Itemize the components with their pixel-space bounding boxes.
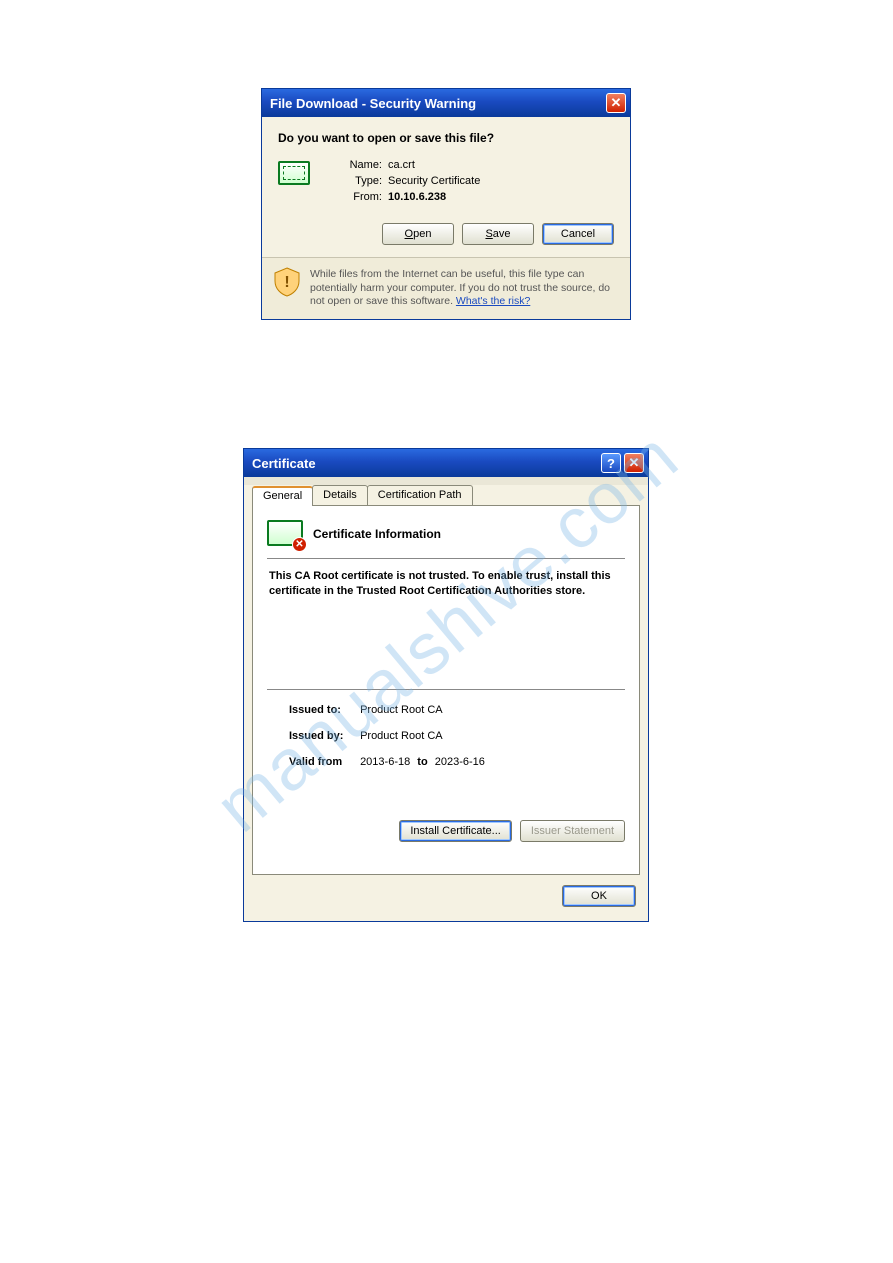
type-label: Type: bbox=[338, 175, 382, 187]
shield-warning-icon: ! bbox=[274, 268, 300, 296]
issued-to-value: Product Root CA bbox=[360, 704, 443, 716]
validity-row: Valid from 2013-6-18 to 2023-6-16 bbox=[289, 756, 625, 768]
tab-details[interactable]: Details bbox=[312, 485, 368, 505]
close-icon[interactable]: ✕ bbox=[606, 93, 626, 113]
whats-the-risk-link[interactable]: What's the risk? bbox=[456, 295, 530, 307]
save-button[interactable]: Save bbox=[462, 223, 534, 245]
name-label: Name: bbox=[338, 159, 382, 171]
file-download-dialog: File Download - Security Warning ✕ Do yo… bbox=[261, 88, 631, 320]
question-text: Do you want to open or save this file? bbox=[278, 131, 614, 145]
titlebar[interactable]: File Download - Security Warning ✕ bbox=[262, 89, 630, 117]
valid-to-value: 2023-6-16 bbox=[435, 756, 485, 768]
svg-text:!: ! bbox=[284, 274, 289, 291]
tab-bar: General Details Certification Path bbox=[252, 485, 648, 505]
cancel-button[interactable]: Cancel bbox=[542, 223, 614, 245]
tab-general[interactable]: General bbox=[252, 486, 313, 506]
from-label: From: bbox=[338, 191, 382, 203]
tab-certification-path[interactable]: Certification Path bbox=[367, 485, 473, 505]
tab-content-general: ✕ Certificate Information This CA Root c… bbox=[252, 505, 640, 875]
valid-from-value: 2013-6-18 bbox=[360, 756, 410, 768]
warning-panel: ! While files from the Internet can be u… bbox=[262, 257, 630, 319]
issued-to-row: Issued to: Product Root CA bbox=[289, 704, 625, 716]
certificate-file-icon bbox=[278, 161, 310, 185]
open-button[interactable]: Open bbox=[382, 223, 454, 245]
issuer-statement-button: Issuer Statement bbox=[520, 820, 625, 842]
type-value: Security Certificate bbox=[388, 175, 480, 187]
ok-button[interactable]: OK bbox=[562, 885, 636, 907]
issued-by-row: Issued by: Product Root CA bbox=[289, 730, 625, 742]
warning-text: While files from the Internet can be use… bbox=[310, 268, 618, 309]
title-text: Certificate bbox=[252, 456, 598, 471]
title-text: File Download - Security Warning bbox=[270, 96, 603, 111]
name-value: ca.crt bbox=[388, 159, 415, 171]
certificate-trust-message: This CA Root certificate is not trusted.… bbox=[267, 569, 625, 599]
close-icon[interactable]: ✕ bbox=[624, 453, 644, 473]
help-icon[interactable]: ? bbox=[601, 453, 621, 473]
certificate-error-icon: ✕ bbox=[267, 520, 303, 548]
certificate-dialog: Certificate ? ✕ General Details Certific… bbox=[243, 448, 649, 922]
titlebar[interactable]: Certificate ? ✕ bbox=[244, 449, 648, 477]
from-value: 10.10.6.238 bbox=[388, 191, 446, 203]
install-certificate-button[interactable]: Install Certificate... bbox=[399, 820, 511, 842]
dialog-body: Do you want to open or save this file? N… bbox=[262, 117, 630, 257]
certificate-info-heading: Certificate Information bbox=[313, 527, 441, 541]
issued-by-value: Product Root CA bbox=[360, 730, 443, 742]
